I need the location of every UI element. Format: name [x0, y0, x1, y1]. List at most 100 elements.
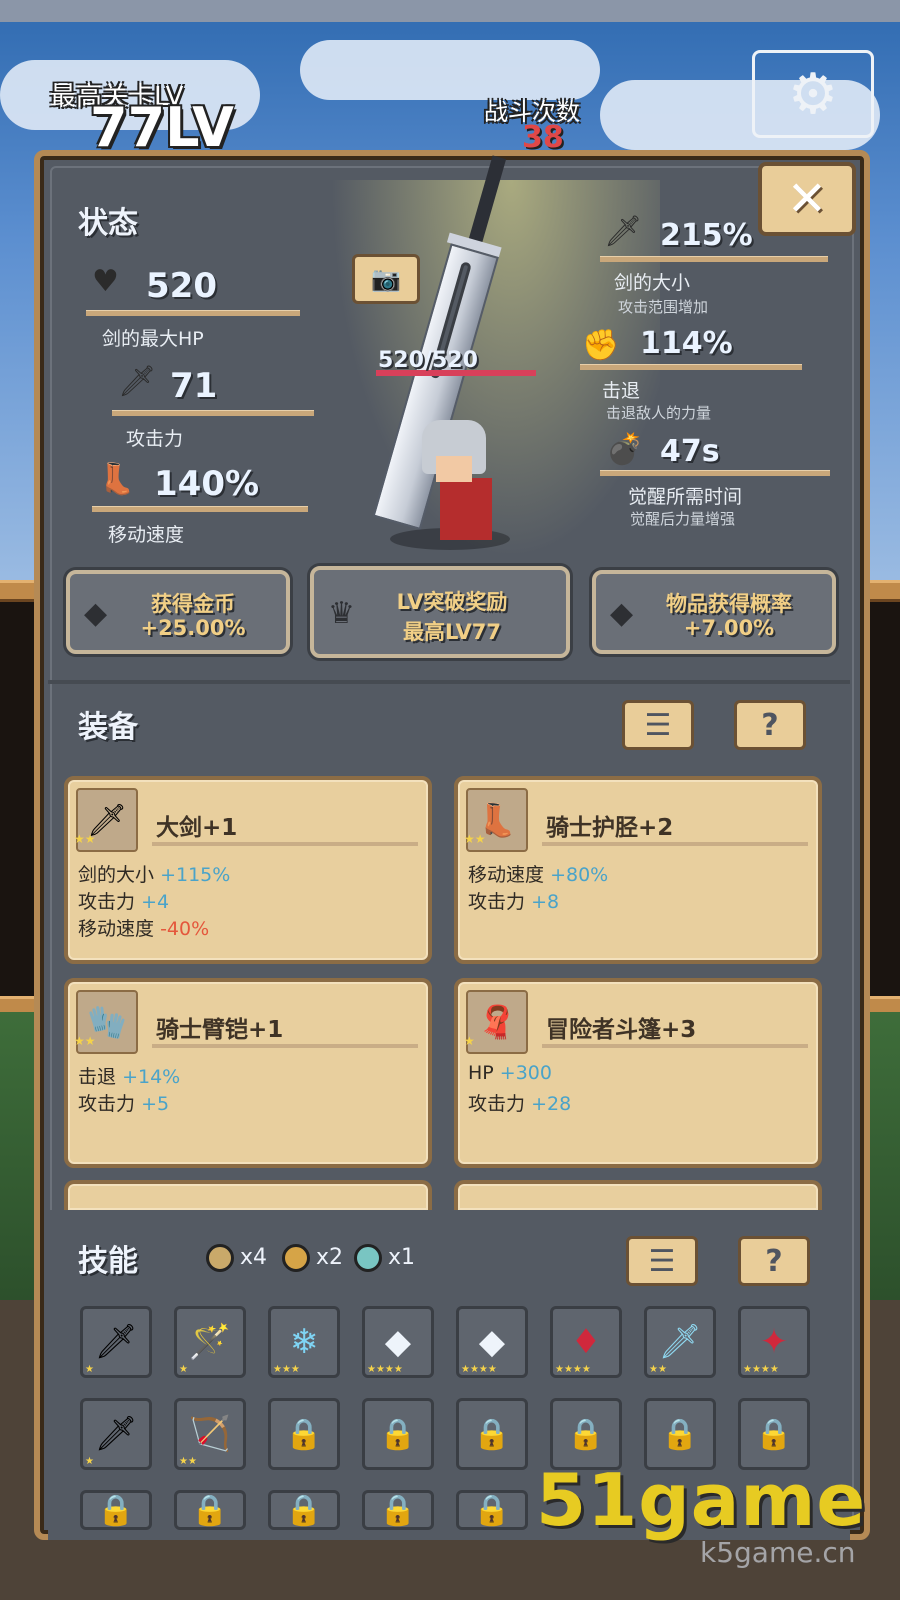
- skill-slot[interactable]: ✦ ★★★★: [738, 1306, 810, 1378]
- equipment-stat: HP +300: [468, 1062, 552, 1084]
- camera-button[interactable]: 📷: [352, 254, 420, 304]
- skills-title: 技能: [78, 1244, 138, 1279]
- stat-divider: [92, 506, 308, 512]
- equipment-card[interactable]: 🗡 ★★ 大剑+1 剑的大小 +115% 攻击力 +4 移动速度 -40%: [64, 776, 432, 964]
- token-count: x4: [240, 1245, 268, 1270]
- skill-slot-locked[interactable]: 🔒: [80, 1490, 152, 1530]
- stat-value: +14%: [122, 1066, 181, 1088]
- lock-icon: 🔒: [473, 1492, 511, 1528]
- stat-value: +5: [141, 1093, 170, 1115]
- stat-divider: [600, 256, 828, 262]
- crystal-icon: ◆: [478, 1322, 506, 1362]
- lv-break-title: LV突破奖励: [396, 590, 508, 614]
- skill-slot-locked[interactable]: 🔒: [268, 1398, 340, 1470]
- token-icon: [282, 1244, 310, 1272]
- lock-icon: 🔒: [755, 1416, 793, 1452]
- lock-icon: 🔒: [191, 1492, 229, 1528]
- bomb-icon: 💣: [606, 432, 644, 467]
- skill-slot[interactable]: 🪄 ★: [174, 1306, 246, 1378]
- skill-slot-locked[interactable]: 🔒: [456, 1398, 528, 1470]
- token-count: x2: [316, 1245, 344, 1270]
- lock-icon: 🔒: [379, 1416, 417, 1452]
- watermark: 51game: [536, 1458, 867, 1542]
- close-icon: ✕: [786, 171, 828, 227]
- equipment-stat: 移动速度 +80%: [468, 860, 608, 887]
- skill-slot[interactable]: ♦ ★★★★: [550, 1306, 622, 1378]
- spear-icon: ✦: [759, 1322, 789, 1362]
- skill-slot[interactable]: 🗡 ★: [80, 1398, 152, 1470]
- stat-value: +8: [531, 891, 560, 913]
- skill-slot-locked[interactable]: 🔒: [174, 1490, 246, 1530]
- equipment-title: 装备: [78, 710, 138, 745]
- hp-text: 520/520: [378, 348, 478, 373]
- equipment-help-button[interactable]: ?: [734, 700, 806, 750]
- question-icon: ?: [761, 707, 779, 743]
- stat-label: 剑的大小: [78, 864, 155, 886]
- item-drop-bonus-box[interactable]: ◆ 物品获得概率 +7.00%: [592, 570, 836, 654]
- awaken-time-label: 觉醒所需时间: [628, 486, 743, 508]
- skill-slot[interactable]: ❄ ★★★: [268, 1306, 340, 1378]
- close-button[interactable]: ✕: [758, 162, 856, 236]
- fist-icon: ✊: [582, 328, 620, 363]
- equipment-menu-button[interactable]: ☰: [622, 700, 694, 750]
- awaken-time-value: 47s: [660, 434, 720, 469]
- triple-dagger-icon: 🗡: [94, 1414, 138, 1454]
- equipment-name: 骑士臂铠+1: [156, 1017, 284, 1043]
- bow-icon: 🏹: [188, 1414, 232, 1454]
- rarity-stars: ★: [85, 1364, 94, 1375]
- lv-break-bonus-box[interactable]: ♛ LV突破奖励 最高LV77: [310, 566, 570, 658]
- camera-icon: 📷: [371, 265, 401, 293]
- sword-hilt: [467, 155, 507, 246]
- skill-slot-locked[interactable]: 🔒: [362, 1490, 434, 1530]
- stat-value: +115%: [160, 864, 231, 886]
- skill-slot-locked[interactable]: 🔒: [362, 1398, 434, 1470]
- lock-icon: 🔒: [285, 1416, 323, 1452]
- rarity-stars: ★★: [649, 1364, 667, 1375]
- equipment-stat: 剑的大小 +115%: [78, 860, 230, 887]
- stat-value: -40%: [160, 918, 210, 940]
- stat-label: 攻击力: [468, 891, 526, 913]
- question-icon: ?: [765, 1243, 783, 1279]
- sword-size-label: 剑的大小: [614, 272, 691, 294]
- equipment-card[interactable]: 👢 ★★ 骑士护胫+2 移动速度 +80% 攻击力 +8: [454, 776, 822, 964]
- gear-icon: ⚙: [787, 61, 839, 127]
- skill-slot[interactable]: 🗡 ★: [80, 1306, 152, 1378]
- skill-slot-locked[interactable]: 🔒: [268, 1490, 340, 1530]
- stat-label: 攻击力: [78, 891, 136, 913]
- heart-icon: ♥: [92, 264, 119, 299]
- move-speed-value: 140%: [154, 464, 260, 504]
- sword-icon: 🗡: [118, 364, 157, 399]
- settings-button[interactable]: ⚙: [752, 50, 874, 138]
- knockback-desc: 击退敌人的力量: [606, 404, 712, 422]
- lv-break-value: 最高LV77: [403, 620, 501, 644]
- knockback-value: 114%: [640, 326, 733, 361]
- skill-slot-locked[interactable]: 🔒: [456, 1490, 528, 1530]
- equipment-card-partial[interactable]: [454, 1180, 822, 1210]
- rarity-stars: ★★★★: [367, 1364, 403, 1375]
- equipment-name: 大剑+1: [156, 815, 238, 841]
- sword-icon: 🗡: [604, 214, 643, 249]
- skill-slot[interactable]: ◆ ★★★★: [362, 1306, 434, 1378]
- skills-help-button[interactable]: ?: [738, 1236, 810, 1286]
- equipment-card-partial[interactable]: [64, 1180, 432, 1210]
- skill-slot[interactable]: 🏹 ★★: [174, 1398, 246, 1470]
- gold-bonus-box[interactable]: ◆ 获得金币 +25.00%: [66, 570, 290, 654]
- equipment-stat: 攻击力 +28: [468, 1089, 571, 1116]
- status-title: 状态: [78, 206, 138, 241]
- equipment-card[interactable]: 🧣 ★ 冒险者斗篷+3 HP +300 攻击力 +28: [454, 978, 822, 1168]
- stat-label: 攻击力: [78, 1093, 136, 1115]
- equipment-card[interactable]: 🧤 ★★ 骑士臂铠+1 击退 +14% 攻击力 +5: [64, 978, 432, 1168]
- rarity-stars: ★★: [179, 1456, 197, 1467]
- list-icon: ☰: [644, 707, 672, 743]
- cloud: [300, 40, 600, 100]
- skill-slot[interactable]: ◆ ★★★★: [456, 1306, 528, 1378]
- skills-menu-button[interactable]: ☰: [626, 1236, 698, 1286]
- cloak-icon: 🧣: [466, 990, 528, 1054]
- skill-slot[interactable]: 🗡 ★★: [644, 1306, 716, 1378]
- move-speed-label: 移动速度: [108, 524, 185, 546]
- max-hp-label: 剑的最大HP: [102, 328, 204, 350]
- attack-value: 71: [170, 366, 218, 406]
- rarity-stars: ★: [179, 1364, 188, 1375]
- name-divider: [542, 1044, 808, 1048]
- stat-label: 攻击力: [468, 1093, 526, 1115]
